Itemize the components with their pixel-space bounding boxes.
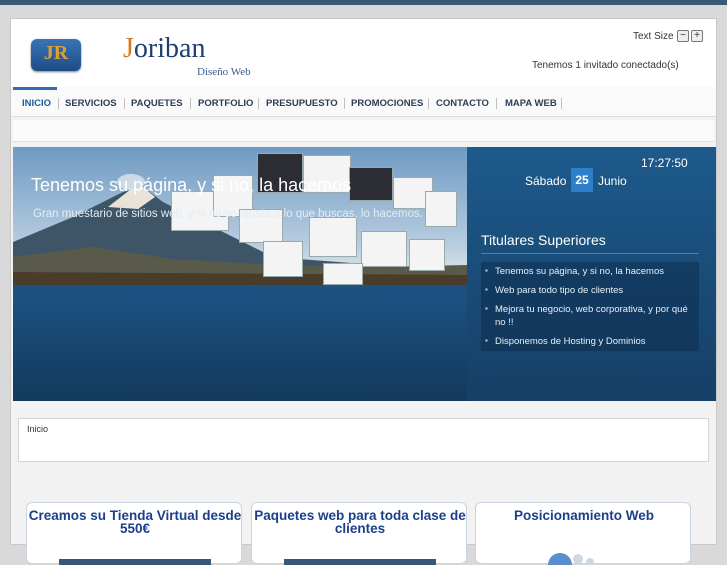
top-strip	[0, 0, 727, 5]
promo-card-title[interactable]: Posicionamiento Web	[476, 509, 692, 523]
banner-caption-area	[13, 285, 467, 401]
headline-item[interactable]: Web para todo tipo de clientes	[481, 281, 699, 300]
brand-initial: J	[123, 33, 134, 64]
website-thumbnail	[263, 241, 303, 277]
nav-item-promociones[interactable]: PROMOCIONES	[351, 98, 423, 109]
website-thumbnail	[349, 167, 393, 201]
breadcrumb-box	[18, 418, 709, 462]
promo-card-image	[59, 559, 211, 565]
promo-card-posicionamiento[interactable]: Posicionamiento Web	[475, 502, 692, 565]
page-container: JR Joriban Diseño Web Text Size − + Tene…	[10, 18, 717, 565]
banner-title[interactable]: Tenemos su página, y si no, la hacemos	[31, 175, 351, 196]
website-thumbnail	[361, 231, 407, 267]
nav-divider	[496, 98, 497, 109]
text-size-increase-button[interactable]: +	[691, 30, 703, 42]
banner-subtitle: Gran muestario de sitios web, y si no se…	[33, 208, 423, 220]
nav-divider	[428, 98, 429, 109]
website-thumbnail	[425, 191, 457, 227]
headline-item[interactable]: Tenemos su página, y si no, la hacemos	[481, 262, 699, 281]
nav-item-contacto[interactable]: CONTACTO	[436, 98, 489, 109]
breadcrumb[interactable]: Inicio	[27, 424, 48, 434]
nav-item-servicios[interactable]: SERVICIOS	[65, 98, 117, 109]
nav-item-mapa-web[interactable]: MAPA WEB	[505, 98, 557, 109]
clock-time: 17:27:50	[641, 156, 688, 170]
website-thumbnail	[323, 263, 363, 285]
main-navigation: INICIO SERVICIOS PAQUETES PORTFOLIO PRES…	[11, 87, 716, 117]
headline-item[interactable]: Disponemos de Hosting y Dominios	[481, 332, 699, 351]
date-day-name: Sábado	[525, 174, 567, 188]
brand-rest: oriban	[133, 33, 206, 64]
nav-divider	[344, 98, 345, 109]
nav-divider	[561, 98, 562, 109]
nav-divider	[258, 98, 259, 109]
logo[interactable]: JR	[31, 39, 81, 71]
website-thumbnail	[309, 217, 357, 257]
nav-item-inicio[interactable]: INICIO	[22, 98, 51, 109]
text-size-decrease-button[interactable]: −	[677, 30, 689, 42]
headlines-divider	[481, 253, 699, 254]
site-header: JR Joriban Diseño Web Text Size − + Tene…	[11, 19, 716, 87]
nav-item-presupuesto[interactable]: PRESUPUESTO	[266, 98, 338, 109]
date-month: Junio	[598, 174, 627, 188]
website-thumbnail	[409, 239, 445, 271]
promo-card-paquetes[interactable]: Paquetes web para toda clase de clientes	[251, 502, 468, 565]
nav-divider	[124, 98, 125, 109]
nav-item-paquetes[interactable]: PAQUETES	[131, 98, 183, 109]
nav-item-portfolio[interactable]: PORTFOLIO	[198, 98, 253, 109]
brand-name[interactable]: Joriban	[123, 33, 205, 65]
promo-card-title[interactable]: Paquetes web para toda clase de clientes	[252, 509, 468, 536]
nav-divider	[190, 98, 191, 109]
online-visitors-status: Tenemos 1 invitado conectado(s)	[532, 60, 679, 71]
globe-icon	[548, 553, 594, 565]
nav-active-indicator	[13, 87, 57, 90]
date-day-number: 25	[571, 168, 593, 192]
headline-item[interactable]: Mejora tu negocio, web corporativa, y po…	[481, 300, 699, 332]
promo-card-image	[284, 559, 436, 565]
logo-letters: JR	[43, 42, 69, 64]
sub-navigation-bar	[13, 120, 714, 142]
text-size-label: Text Size	[633, 31, 674, 42]
brand-tagline: Diseño Web	[197, 66, 251, 78]
nav-divider	[58, 98, 59, 109]
promo-card-title[interactable]: Creamos su Tienda Virtual desde 550€	[27, 509, 243, 536]
headlines-title: Titulares Superiores	[481, 232, 606, 248]
promo-card-tienda-virtual[interactable]: Creamos su Tienda Virtual desde 550€	[26, 502, 243, 565]
